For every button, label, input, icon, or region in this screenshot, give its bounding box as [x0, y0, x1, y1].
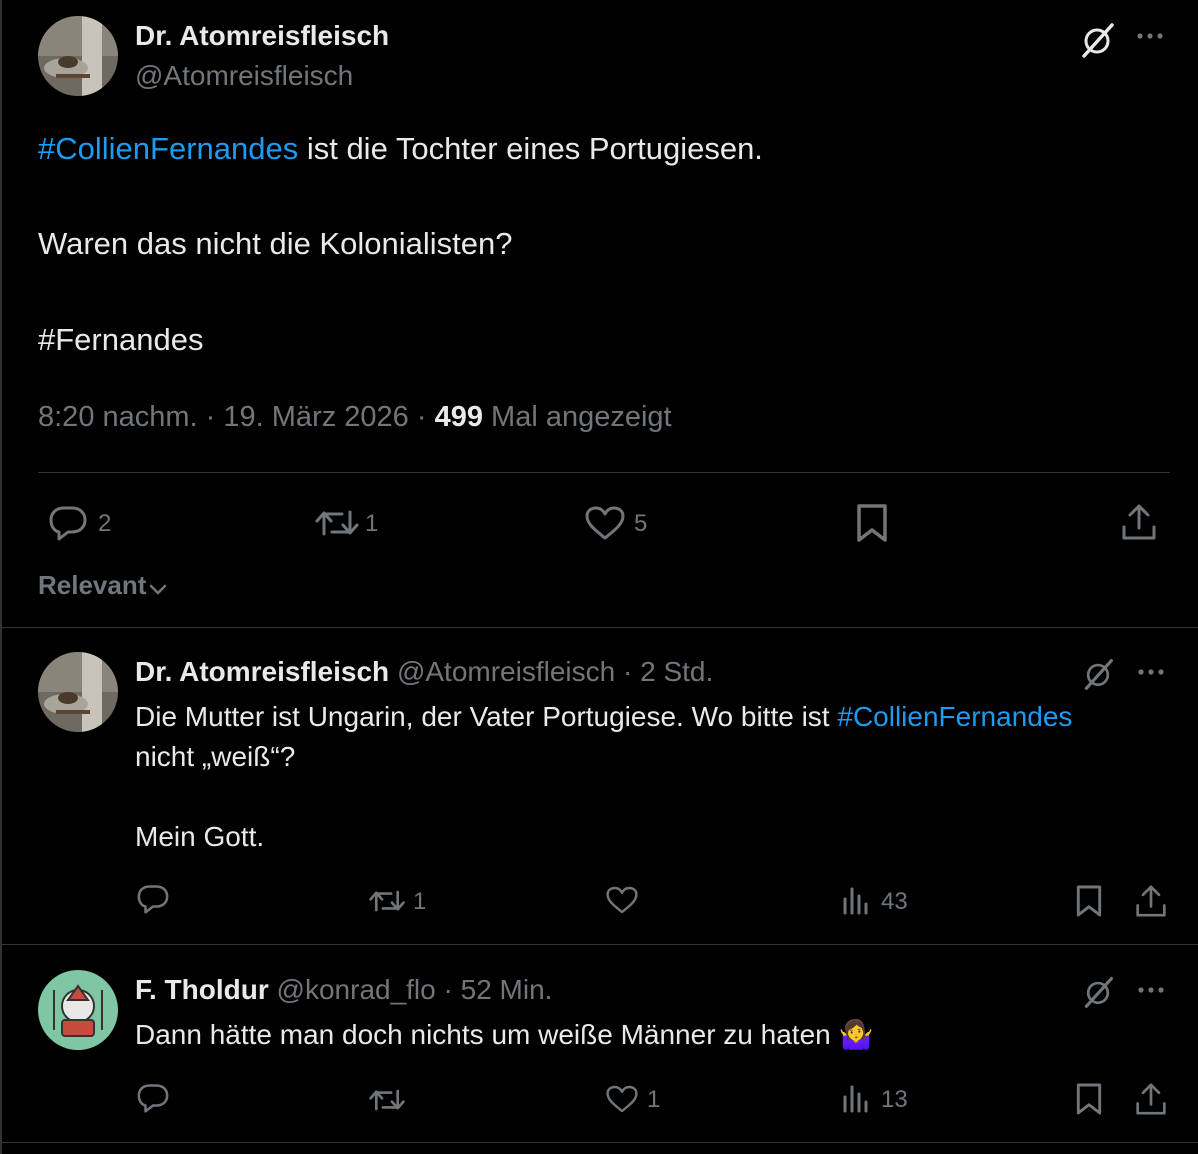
reply-author-name[interactable]: Dr. Atomreisfleisch	[135, 656, 389, 687]
like-count: 1	[647, 1086, 661, 1113]
hashtag-link[interactable]: #CollienFernandes	[837, 701, 1072, 732]
repost-icon[interactable]	[368, 887, 406, 915]
share-icon[interactable]	[1135, 884, 1167, 918]
reply-author-handle[interactable]: @konrad_flo	[277, 974, 436, 1005]
views-count: 499	[434, 401, 483, 433]
reply-avatar[interactable]	[38, 970, 118, 1050]
reply-header: Dr. Atomreisfleisch @Atomreisfleisch · 2…	[135, 656, 713, 688]
reply-bubble-icon[interactable]	[137, 884, 169, 914]
divider	[2, 627, 1198, 628]
author-handle[interactable]: @Atomreisfleisch	[135, 60, 353, 92]
reply-text: Die Mutter ist Ungarin, der Vater Portug…	[135, 701, 1073, 852]
timeline-column: Dr. Atomreisfleisch @Atomreisfleisch #Co…	[0, 0, 1198, 1154]
post-date[interactable]: 19. März 2026	[223, 401, 408, 433]
sort-dropdown[interactable]: Relevant	[38, 570, 168, 601]
share-icon[interactable]	[1135, 1082, 1167, 1116]
grok-slash-icon[interactable]	[1078, 22, 1116, 58]
hashtag-link[interactable]: #Fernandes	[38, 321, 203, 359]
repost-icon[interactable]	[314, 506, 360, 540]
post-text-line-1: #CollienFernandes ist die Tochter eines …	[38, 131, 763, 166]
views-bars-icon[interactable]	[842, 887, 870, 915]
post-text-line-2: Waren das nicht die Kolonialisten?	[38, 226, 513, 261]
bookmark-icon[interactable]	[1075, 1082, 1103, 1116]
heart-icon[interactable]	[606, 886, 638, 914]
grok-slash-icon[interactable]	[1081, 975, 1115, 1009]
share-icon[interactable]	[1121, 503, 1157, 541]
divider	[38, 472, 1170, 473]
reply-age[interactable]: · 52 Min.	[444, 974, 553, 1005]
repost-count: 1	[413, 888, 427, 915]
reply-bubble-icon[interactable]	[49, 505, 87, 541]
like-count: 5	[634, 510, 648, 537]
post-meta: 8:20 nachm. · 19. März 2026 · 499 Mal an…	[38, 401, 672, 433]
author-name[interactable]: Dr. Atomreisfleisch	[135, 20, 389, 52]
views-label: Mal angezeigt	[491, 401, 672, 433]
reply-text: Dann hätte man doch nichts um weiße Männ…	[135, 1019, 874, 1050]
repost-count: 1	[365, 510, 379, 537]
divider	[2, 944, 1198, 945]
heart-icon[interactable]	[585, 506, 625, 540]
post-time[interactable]: 8:20 nachm.	[38, 401, 198, 433]
reply-avatar[interactable]	[38, 652, 118, 732]
author-avatar[interactable]	[38, 16, 118, 96]
divider	[2, 1142, 1198, 1143]
bookmark-icon[interactable]	[1075, 884, 1103, 918]
reply-header: F. Tholdur @konrad_flo · 52 Min.	[135, 974, 552, 1006]
reply-bubble-icon[interactable]	[137, 1083, 169, 1113]
hashtag-link[interactable]: #CollienFernandes	[38, 131, 298, 166]
more-dots-icon[interactable]	[1136, 666, 1168, 678]
reply-count: 2	[98, 510, 112, 537]
views-count: 13	[881, 1086, 908, 1113]
reply-age[interactable]: · 2 Std.	[623, 656, 713, 687]
views-bars-icon[interactable]	[842, 1085, 870, 1113]
reply-author-name[interactable]: F. Tholdur	[135, 974, 269, 1005]
more-dots-icon[interactable]	[1136, 984, 1168, 996]
chevron-down-icon	[148, 583, 168, 597]
grok-slash-icon[interactable]	[1081, 657, 1115, 691]
bookmark-icon[interactable]	[855, 503, 889, 543]
heart-icon[interactable]	[606, 1085, 638, 1113]
views-count: 43	[881, 888, 908, 915]
repost-icon[interactable]	[368, 1086, 406, 1114]
reply-author-handle[interactable]: @Atomreisfleisch	[397, 656, 615, 687]
more-dots-icon[interactable]	[1135, 30, 1167, 42]
